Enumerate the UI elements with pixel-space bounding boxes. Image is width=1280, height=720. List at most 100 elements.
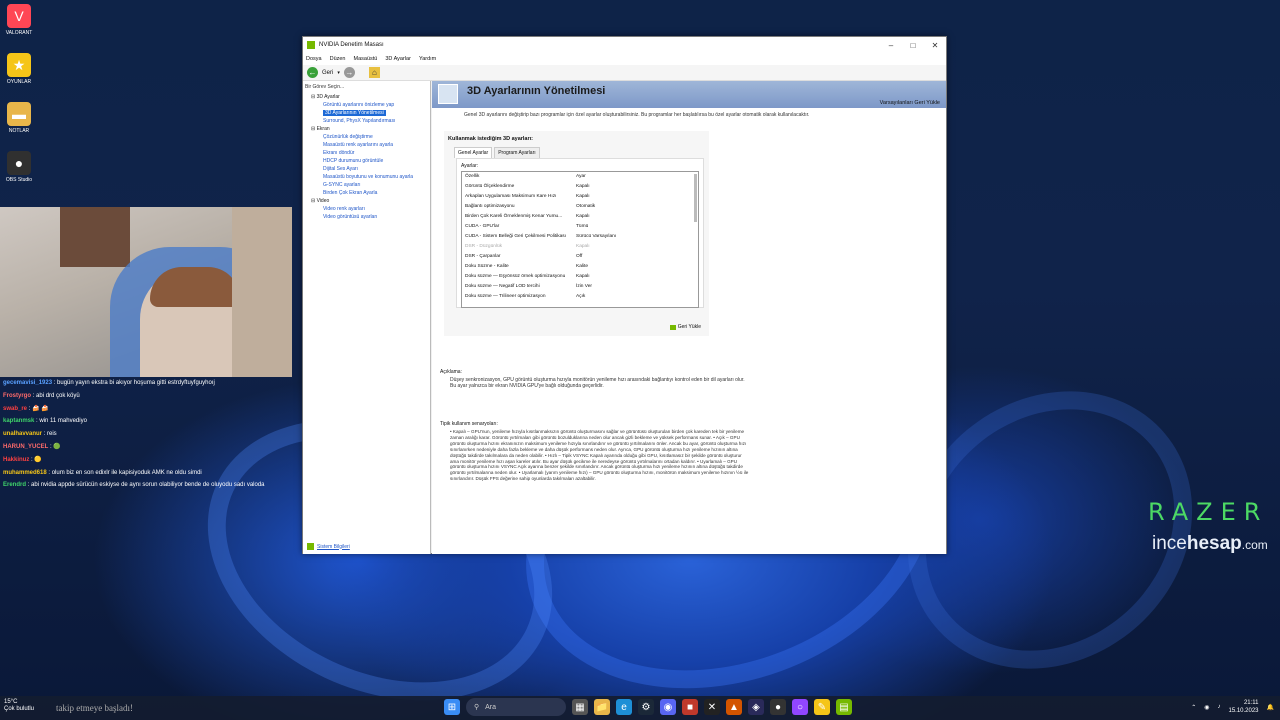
forward-arrow-icon[interactable]: →: [343, 67, 355, 78]
discord-icon[interactable]: ◉: [660, 699, 676, 715]
tree-item[interactable]: 3D Ayarlarının Yönetilmesi: [303, 109, 430, 117]
tree-item[interactable]: Dijital Ses Ayarı: [303, 165, 430, 173]
window-titlebar[interactable]: NVIDIA Denetim Masası – □ ✕: [303, 37, 946, 53]
network-icon[interactable]: ◉: [1204, 704, 1209, 711]
setting-value[interactable]: Sürücü Varsayılanı: [576, 232, 698, 242]
setting-value[interactable]: Kapalı: [576, 192, 698, 202]
clock[interactable]: 21:11 15.10.2023: [1228, 699, 1258, 715]
setting-value[interactable]: Kapalı: [576, 242, 698, 252]
tree-item[interactable]: HDCP durumunu görüntüle: [303, 157, 430, 165]
settings-row[interactable]: Görüntü Ölçeklendirme Kapalı: [462, 182, 698, 192]
settings-row[interactable]: Doku süzme — Trilineer optimizasyon Açık: [462, 292, 698, 302]
widgets-icon[interactable]: ▦: [572, 699, 588, 715]
twitch-icon[interactable]: ○: [792, 699, 808, 715]
setting-value[interactable]: Tümü: [576, 222, 698, 232]
settings-row[interactable]: CUDA - GPU'lar Tümü: [462, 222, 698, 232]
chat-username[interactable]: swab_re: [3, 406, 27, 412]
menu-yardım[interactable]: Yardım: [419, 56, 436, 62]
settings-row[interactable]: Bağlantı optimizasyonu Otomatik: [462, 202, 698, 212]
settings-row[interactable]: Doku süzme — Eşyönsüz örnek optimizasyon…: [462, 272, 698, 282]
settings-row[interactable]: Arkaplan Uygulaması Maksimum Kare Hızı Ka…: [462, 192, 698, 202]
obs-taskbar-icon[interactable]: ●: [770, 699, 786, 715]
menu-3d-ayarlar[interactable]: 3D Ayarlar: [385, 56, 411, 62]
weather-widget[interactable]: 15°C Çok bulutlu: [4, 699, 34, 713]
chat-username[interactable]: HARUN_YUCEL: [3, 444, 48, 450]
setting-value[interactable]: Kapalı: [576, 212, 698, 222]
settings-row[interactable]: Birden Çok Kareli Örneklenmiş Kenar Yumu…: [462, 212, 698, 222]
system-info-link[interactable]: Sistem Bilgileri: [307, 543, 350, 550]
task-tree-pane: Bir Görev Seçin... ⊟ 3D Ayarlar Görüntü a…: [303, 81, 431, 554]
tree-item[interactable]: Birden Çok Ekran Ayarla: [303, 189, 430, 197]
settings-row[interactable]: Doku süzme — Negatif LOD tercihi İzin Ver: [462, 282, 698, 292]
battle-net-icon[interactable]: ◈: [748, 699, 764, 715]
chat-username[interactable]: muhammed618: [3, 470, 47, 476]
tree-item[interactable]: G-SYNC ayarları: [303, 181, 430, 189]
chat-username[interactable]: unalhavvanur: [3, 431, 42, 437]
settings-grid: Özellik Ayar Görüntü Ölçeklendirme Kapalı…: [461, 171, 699, 308]
tray-chevron-icon[interactable]: ⌃: [1191, 704, 1196, 711]
tree-item[interactable]: Masaüstü renk ayarlarını ayarla: [303, 141, 430, 149]
tree-item[interactable]: Ekranı döndür: [303, 149, 430, 157]
tree-item[interactable]: Video görüntüsü ayarları: [303, 213, 430, 221]
taskbar-search[interactable]: ⚲ Ara: [466, 698, 566, 716]
tab-program-settings[interactable]: Program Ayarları: [494, 147, 540, 158]
back-arrow-icon[interactable]: ←: [307, 67, 318, 78]
tab-global-settings[interactable]: Genel Ayarlar: [454, 147, 493, 158]
riot-icon[interactable]: ▲: [726, 699, 742, 715]
nvidia-taskbar-icon[interactable]: ▤: [836, 699, 852, 715]
desktop-icon-obs-studio[interactable]: ● OBS Studio: [4, 151, 34, 183]
media-icon[interactable]: ■: [682, 699, 698, 715]
tree-item[interactable]: Görüntü ayarlarını önizleme yap: [303, 101, 430, 109]
desktop-icon-valorant[interactable]: V VALORANT: [4, 4, 34, 36]
tree-item[interactable]: Çözünürlük değiştirme: [303, 133, 430, 141]
usage-header: Tipik kullanım senaryoları:: [440, 421, 498, 427]
notification-icon[interactable]: 🔔: [1267, 704, 1274, 711]
edge-icon[interactable]: e: [616, 699, 632, 715]
tree-item[interactable]: Video renk ayarları: [303, 205, 430, 213]
start-icon[interactable]: ⊞: [444, 699, 460, 715]
back-button-label[interactable]: Geri: [322, 70, 333, 76]
settings-row[interactable]: Doku Süzme - Kalite Kalite: [462, 262, 698, 272]
setting-value[interactable]: Kalite: [576, 262, 698, 272]
restore-button[interactable]: Geri Yükle: [669, 324, 701, 330]
setting-feature: CUDA - Sistem Belleği Geri Çekilmesi Pol…: [465, 234, 567, 239]
settings-row[interactable]: CUDA - Sistem Belleği Geri Çekilmesi Pol…: [462, 232, 698, 242]
back-dropdown-icon[interactable]: ▾: [337, 70, 340, 76]
menu-masaüstü[interactable]: Masaüstü: [354, 56, 378, 62]
tree-category[interactable]: ⊟ Ekran: [303, 125, 430, 133]
chat-username[interactable]: Hakkinuz: [3, 457, 29, 463]
settings-row[interactable]: DSR - Çarpanlar Off: [462, 252, 698, 262]
chat-username[interactable]: Frostyrgo: [3, 393, 31, 399]
settings-row[interactable]: DSR - Düzgünlük Kapalı: [462, 242, 698, 252]
setting-value[interactable]: Off: [576, 252, 698, 262]
desktop-icon-oyunlar[interactable]: ★ OYUNLAR: [4, 53, 34, 85]
taskbar-apps: ⊞ ⚲ Ara ▦ 📁 e ⚙ ◉ ■ ✕ ▲ ◈ ● ○ ✎ ▤: [444, 698, 852, 716]
settings-scrollbar[interactable]: [694, 174, 697, 222]
tree-category[interactable]: ⊟ Video: [303, 197, 430, 205]
chat-username[interactable]: Erendrd: [3, 482, 26, 488]
notes-icon[interactable]: ✎: [814, 699, 830, 715]
capcut-icon[interactable]: ✕: [704, 699, 720, 715]
file-explorer-icon[interactable]: 📁: [594, 699, 610, 715]
minimize-icon[interactable]: –: [880, 41, 902, 50]
close-icon[interactable]: ✕: [924, 41, 946, 50]
tree-category[interactable]: ⊟ 3D Ayarlar: [303, 93, 430, 101]
setting-value[interactable]: İzin Ver: [576, 282, 698, 292]
setting-value[interactable]: Açık: [576, 292, 698, 302]
maximize-icon[interactable]: □: [902, 41, 924, 50]
chat-username[interactable]: kaptanmsk: [3, 418, 34, 424]
setting-value[interactable]: Kapalı: [576, 182, 698, 192]
setting-value[interactable]: Kapalı: [576, 272, 698, 282]
desktop-icon-notlar[interactable]: ▬ NOTLAR: [4, 102, 34, 134]
system-info-label: Sistem Bilgileri: [317, 543, 350, 550]
home-icon[interactable]: ⌂: [368, 67, 380, 78]
steam-icon[interactable]: ⚙: [638, 699, 654, 715]
menu-düzen[interactable]: Düzen: [330, 56, 346, 62]
volume-icon[interactable]: ♪: [1217, 704, 1220, 710]
menu-dosya[interactable]: Dosya: [306, 56, 322, 62]
tree-item[interactable]: Surround, PhysX Yapılandırması: [303, 117, 430, 125]
setting-value[interactable]: Otomatik: [576, 202, 698, 212]
tree-item[interactable]: Masaüstü boyutunu ve konumunu ayarla: [303, 173, 430, 181]
restore-defaults-link[interactable]: Varsayılanları Geri Yükle: [880, 100, 940, 106]
chat-username[interactable]: gecemavisi_1923: [3, 380, 52, 386]
